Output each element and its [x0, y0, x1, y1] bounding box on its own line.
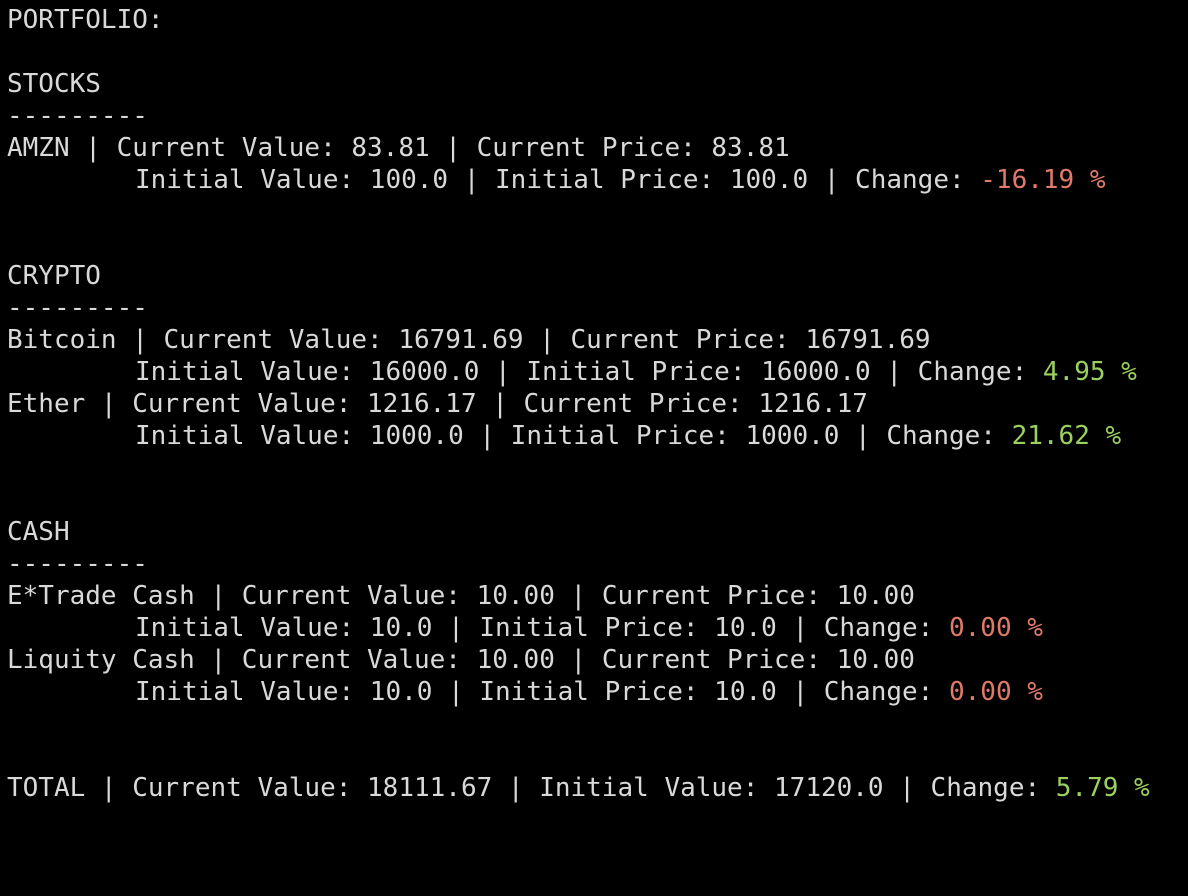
crypto-row-ether-current: Ether | Current Value: 1216.17 | Current…	[7, 389, 868, 419]
stock-row-amzn-current: AMZN | Current Value: 83.81 | Current Pr…	[7, 133, 790, 163]
cash-section-title: CASH	[7, 517, 70, 547]
cash-row-liquity-initial-label: Initial Value: 10.0 | Initial Price: 10.…	[135, 677, 949, 707]
cash-row-etrade-change: 0.00 %	[948, 613, 1043, 643]
crypto-section-title: CRYPTO	[7, 261, 101, 291]
crypto-row-ether-initial-label: Initial Value: 1000.0 | Initial Price: 1…	[135, 421, 1012, 451]
total-row: TOTAL | Current Value: 18111.67 | Initia…	[7, 772, 1150, 804]
crypto-separator: ---------	[7, 293, 148, 323]
stock-row-amzn-initial: Initial Value: 100.0 | Initial Price: 10…	[135, 164, 1106, 196]
crypto-row-ether-initial: Initial Value: 1000.0 | Initial Price: 1…	[135, 420, 1121, 452]
cash-row-liquity-change: 0.00 %	[948, 677, 1043, 707]
crypto-row-bitcoin-current: Bitcoin | Current Value: 16791.69 | Curr…	[7, 325, 931, 355]
cash-row-etrade-initial: Initial Value: 10.0 | Initial Price: 10.…	[135, 612, 1043, 644]
stocks-section-title: STOCKS	[7, 69, 101, 99]
cash-separator: ---------	[7, 549, 148, 579]
stock-row-amzn-initial-label: Initial Value: 100.0 | Initial Price: 10…	[135, 165, 981, 195]
cash-row-liquity-initial: Initial Value: 10.0 | Initial Price: 10.…	[135, 676, 1043, 708]
total-change: 5.79 %	[1055, 773, 1150, 803]
crypto-row-bitcoin-initial-label: Initial Value: 16000.0 | Initial Price: …	[135, 357, 1043, 387]
crypto-row-bitcoin-change: 4.95 %	[1042, 357, 1137, 387]
stocks-separator: ---------	[7, 101, 148, 131]
crypto-row-bitcoin-initial: Initial Value: 16000.0 | Initial Price: …	[135, 356, 1137, 388]
total-label: TOTAL | Current Value: 18111.67 | Initia…	[7, 773, 1056, 803]
cash-row-liquity-current: Liquity Cash | Current Value: 10.00 | Cu…	[7, 645, 915, 675]
cash-row-etrade-current: E*Trade Cash | Current Value: 10.00 | Cu…	[7, 581, 915, 611]
portfolio-header: PORTFOLIO:	[7, 5, 164, 35]
cash-row-etrade-initial-label: Initial Value: 10.0 | Initial Price: 10.…	[135, 613, 949, 643]
terminal-window: PORTFOLIO: STOCKS --------- AMZN | Curre…	[0, 0, 1188, 818]
stock-row-amzn-change: -16.19 %	[980, 165, 1106, 195]
crypto-row-ether-change: 21.62 %	[1011, 421, 1122, 451]
